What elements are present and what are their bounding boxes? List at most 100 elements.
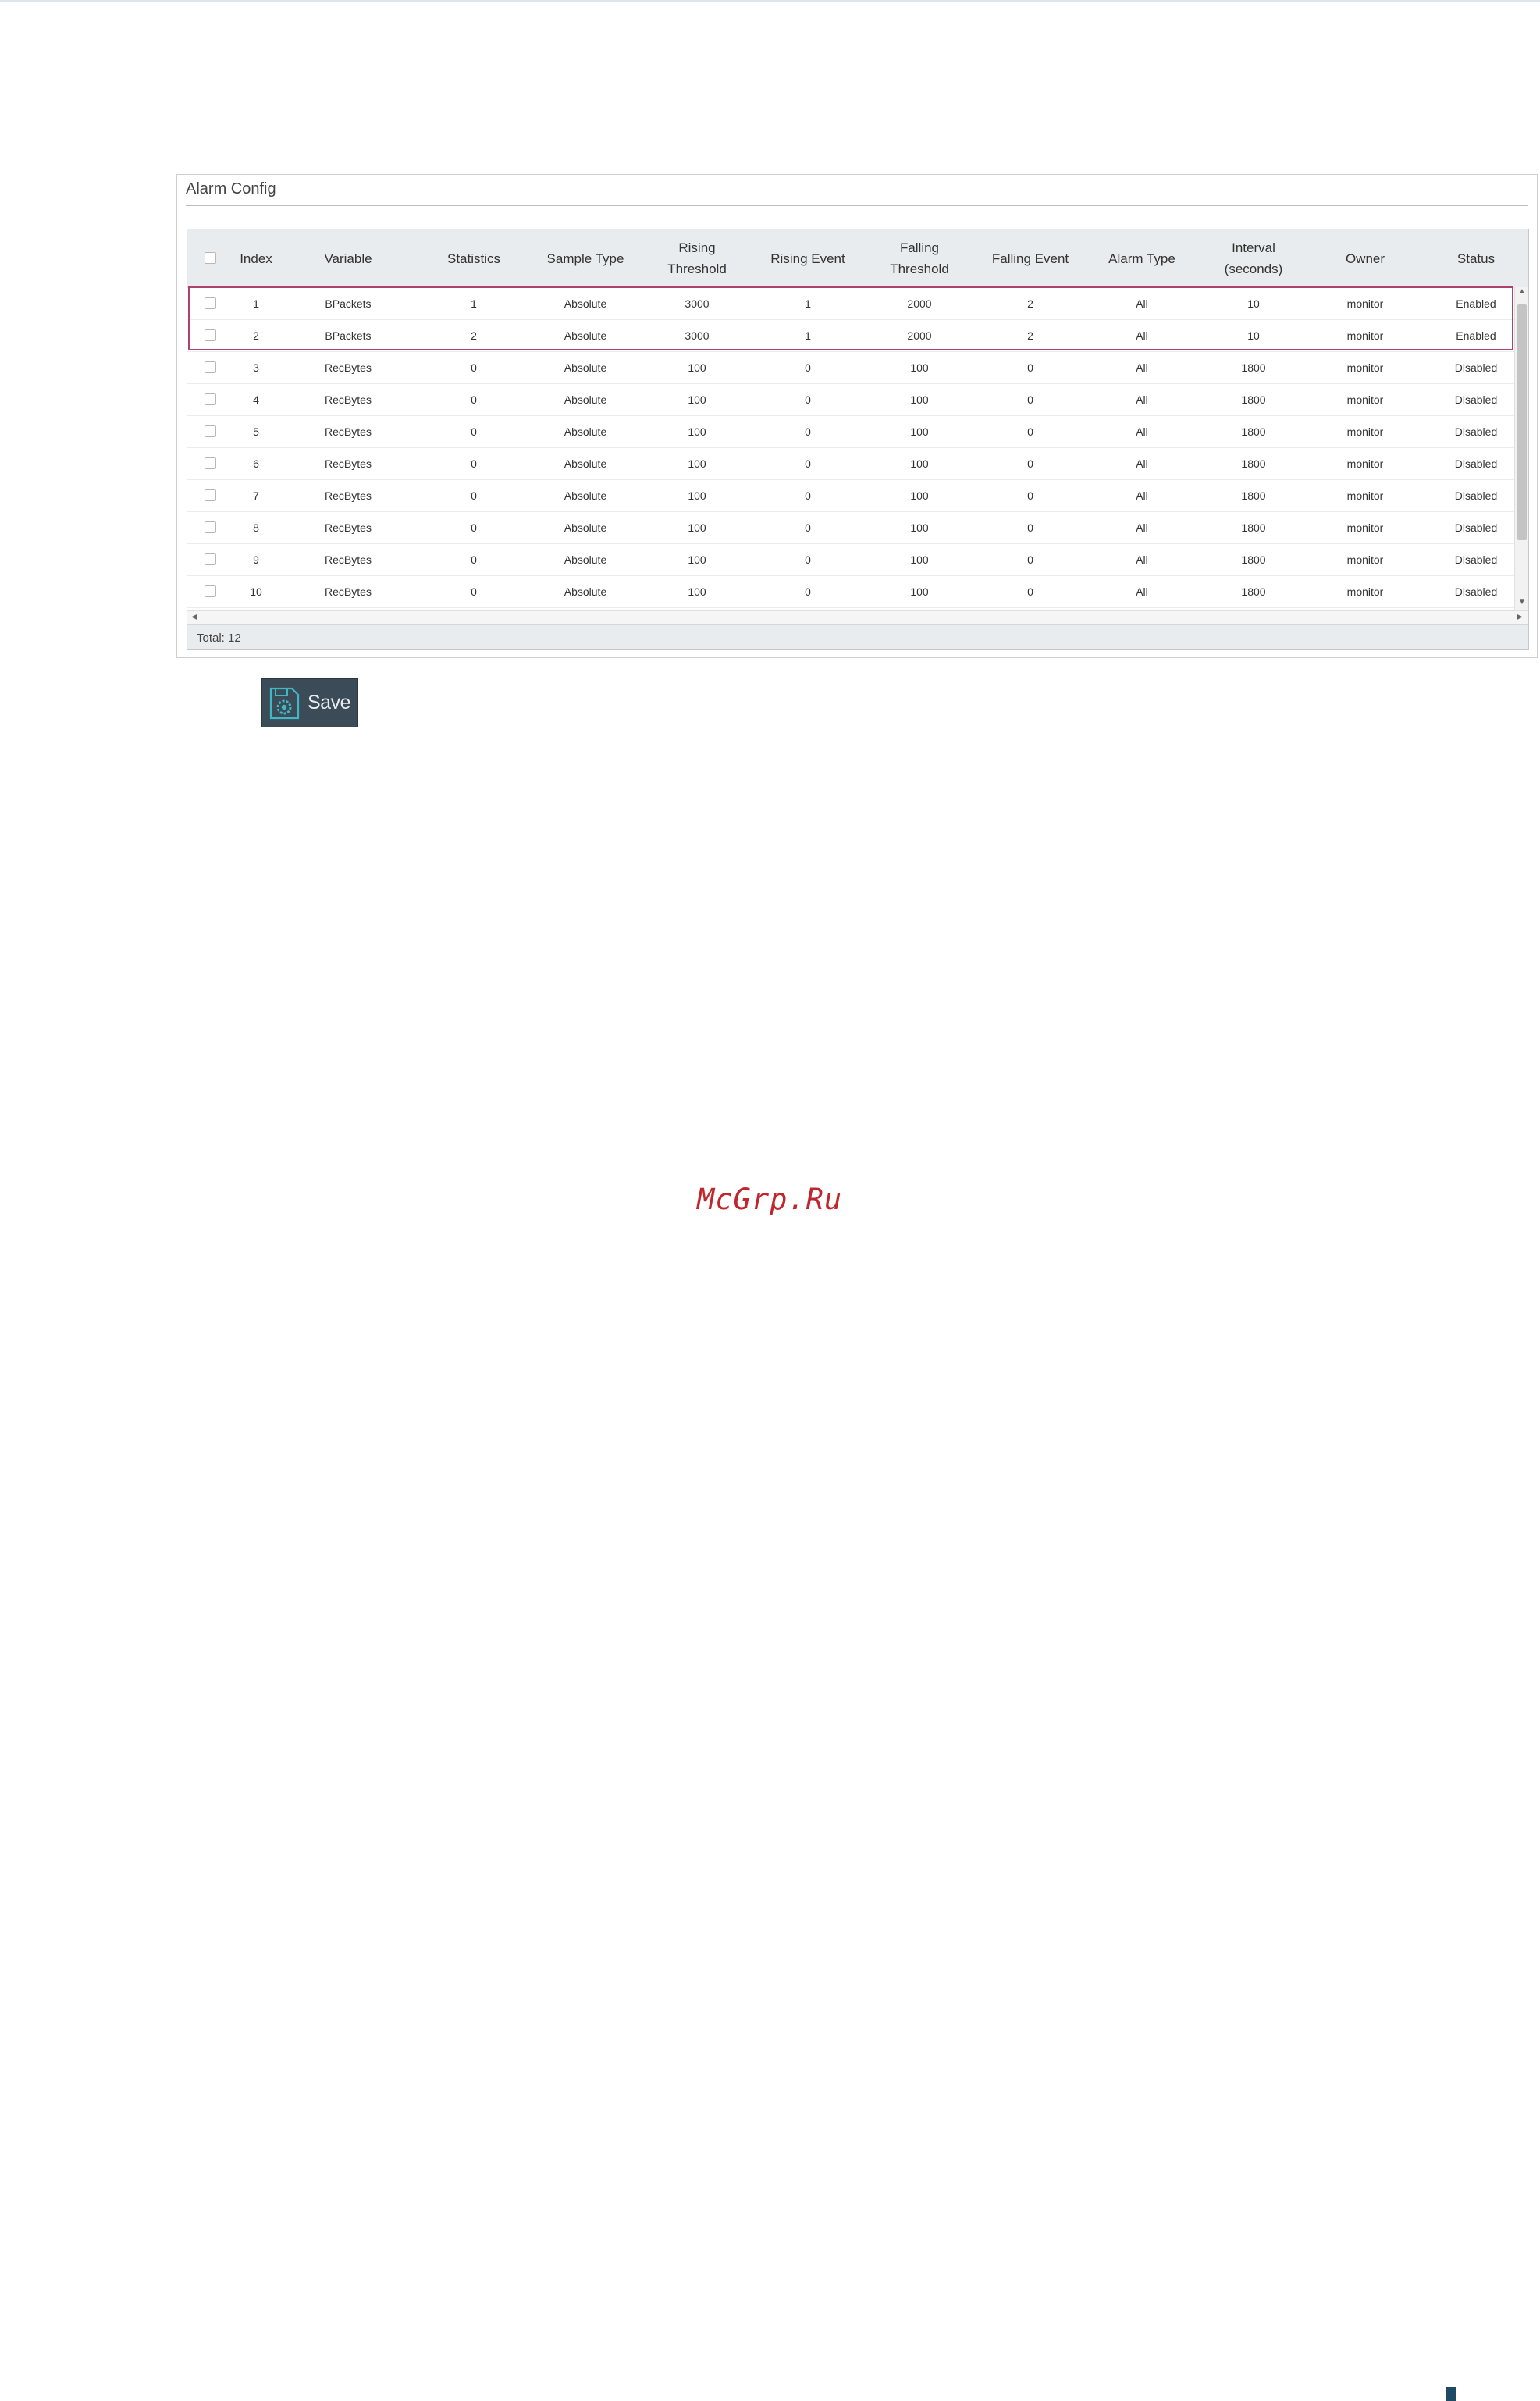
cell-sample-type: Absolute — [564, 553, 607, 566]
column-header-falling-event[interactable]: Falling Event — [976, 229, 1085, 287]
column-header-status[interactable]: Status — [1429, 229, 1523, 287]
scroll-left-arrow-icon[interactable]: ◀ — [187, 613, 201, 621]
cell-alarm-type: All — [1136, 521, 1148, 534]
panel-divider — [186, 205, 1528, 206]
row-checkbox[interactable] — [205, 297, 216, 309]
column-header-rising-threshold[interactable]: Rising Threshold — [646, 229, 748, 287]
cell-falling-event: 0 — [1027, 585, 1033, 598]
cell-index: 5 — [253, 425, 259, 438]
save-button[interactable]: Save — [261, 678, 358, 727]
cell-owner: monitor — [1346, 393, 1384, 406]
table-row[interactable]: 9 RecBytes 0 Absolute 100 0 100 0 All 1800 monitor… — [187, 543, 1514, 576]
cell-rising-threshold: 100 — [688, 553, 706, 566]
scroll-up-arrow-icon[interactable]: ▲ — [1515, 287, 1529, 296]
cell-status: Disabled — [1454, 361, 1498, 374]
column-header-falling-threshold[interactable]: Falling Threshold — [869, 229, 970, 287]
row-checkbox[interactable] — [205, 361, 216, 373]
table-row[interactable]: 7 RecBytes 0 Absolute 100 0 100 0 All 1800 monitor… — [187, 479, 1514, 512]
table-row[interactable]: 10 RecBytes 0 Absolute 100 0 100 0 All 1800 monito… — [187, 575, 1514, 608]
cell-status: Enabled — [1456, 297, 1496, 310]
vertical-scrollbar[interactable]: ▲ ▼ — [1514, 287, 1528, 610]
cell-index: 10 — [250, 585, 262, 598]
cell-rising-threshold: 100 — [688, 521, 706, 534]
cell-falling-threshold: 100 — [910, 489, 929, 502]
vertical-scroll-thumb[interactable] — [1517, 304, 1527, 540]
scroll-down-arrow-icon[interactable]: ▼ — [1515, 598, 1529, 606]
row-checkbox[interactable] — [205, 393, 216, 405]
cell-falling-threshold: 100 — [910, 425, 929, 438]
cell-statistics: 0 — [471, 393, 477, 406]
cell-alarm-type: All — [1136, 457, 1148, 470]
cell-alarm-type: All — [1136, 361, 1148, 374]
table-row[interactable]: 4 RecBytes 0 Absolute 100 0 100 0 All 1800 monitor… — [187, 383, 1514, 416]
cell-sample-type: Absolute — [564, 329, 607, 342]
cell-alarm-type: All — [1136, 585, 1148, 598]
scroll-right-arrow-icon[interactable]: ▶ — [1513, 613, 1527, 621]
cell-owner: monitor — [1346, 553, 1384, 566]
cell-falling-event: 0 — [1027, 425, 1033, 438]
cell-variable: BPackets — [325, 297, 372, 310]
cell-rising-event: 0 — [805, 585, 811, 598]
column-header-rising-event[interactable]: Rising Event — [753, 229, 862, 287]
table-row[interactable]: 3 RecBytes 0 Absolute 100 0 100 0 All 1800 monitor… — [187, 351, 1514, 384]
cell-owner: monitor — [1346, 585, 1384, 598]
table-row[interactable]: 1 BPackets 1 Absolute 3000 1 2000 2 All 10 monitor… — [187, 287, 1514, 320]
cell-variable: RecBytes — [325, 489, 372, 502]
cell-interval: 1800 — [1241, 361, 1266, 374]
top-rule — [0, 0, 1540, 2]
row-checkbox[interactable] — [205, 521, 216, 533]
column-header-variable[interactable]: Variable — [297, 229, 399, 287]
cell-rising-threshold: 100 — [688, 585, 706, 598]
cell-rising-event: 0 — [805, 425, 811, 438]
cell-status: Disabled — [1454, 521, 1498, 534]
cell-falling-threshold: 100 — [910, 393, 929, 406]
panel-title: Alarm Config — [186, 180, 276, 197]
cell-rising-event: 0 — [805, 553, 811, 566]
cell-interval: 1800 — [1241, 425, 1266, 438]
cell-interval: 1800 — [1241, 393, 1266, 406]
cell-alarm-type: All — [1136, 329, 1148, 342]
cell-sample-type: Absolute — [564, 425, 607, 438]
cell-owner: monitor — [1346, 489, 1384, 502]
cell-index: 1 — [253, 297, 259, 310]
row-checkbox[interactable] — [205, 585, 216, 597]
cell-interval: 1800 — [1241, 585, 1266, 598]
cell-interval: 1800 — [1241, 457, 1266, 470]
table-row[interactable]: 2 BPackets 2 Absolute 3000 1 2000 2 All 10 monitor… — [187, 319, 1514, 352]
column-header-owner[interactable]: Owner — [1314, 229, 1416, 287]
cell-sample-type: Absolute — [564, 297, 607, 310]
cell-rising-event: 0 — [805, 457, 811, 470]
cell-variable: RecBytes — [325, 457, 372, 470]
cell-rising-threshold: 100 — [688, 425, 706, 438]
cell-index: 9 — [253, 553, 259, 566]
row-checkbox[interactable] — [205, 425, 216, 437]
cell-statistics: 0 — [471, 553, 477, 566]
cell-statistics: 0 — [471, 425, 477, 438]
cell-falling-threshold: 100 — [910, 553, 929, 566]
row-checkbox[interactable] — [205, 553, 216, 565]
column-header-alarm-type[interactable]: Alarm Type — [1087, 229, 1197, 287]
table-row[interactable]: 8 RecBytes 0 Absolute 100 0 100 0 All 1800 monitor… — [187, 511, 1514, 544]
column-header-interval[interactable]: Interval (seconds) — [1203, 229, 1304, 287]
column-header-statistics[interactable]: Statistics — [427, 229, 521, 287]
row-checkbox[interactable] — [205, 457, 216, 469]
horizontal-scrollbar[interactable]: ◀ ▶ — [187, 610, 1528, 624]
watermark: McGrp.Ru — [697, 1183, 843, 1216]
column-header-sample-type[interactable]: Sample Type — [531, 229, 640, 287]
cell-rising-threshold: 100 — [688, 489, 706, 502]
row-checkbox[interactable] — [205, 329, 216, 341]
cell-interval: 10 — [1247, 329, 1260, 342]
save-button-label: Save — [308, 692, 350, 713]
cell-sample-type: Absolute — [564, 393, 607, 406]
cell-interval: 1800 — [1241, 553, 1266, 566]
cell-falling-threshold: 100 — [910, 521, 929, 534]
table-row[interactable]: 6 RecBytes 0 Absolute 100 0 100 0 All 1800 monitor… — [187, 447, 1514, 480]
cell-statistics: 1 — [471, 297, 477, 310]
column-header-index[interactable]: Index — [217, 229, 295, 287]
cell-falling-event: 0 — [1027, 489, 1033, 502]
cell-sample-type: Absolute — [564, 361, 607, 374]
save-gear-icon — [269, 687, 300, 720]
table-row[interactable]: 5 RecBytes 0 Absolute 100 0 100 0 All 1800 monitor… — [187, 415, 1514, 448]
select-all-checkbox[interactable] — [205, 252, 216, 264]
row-checkbox[interactable] — [205, 489, 216, 501]
